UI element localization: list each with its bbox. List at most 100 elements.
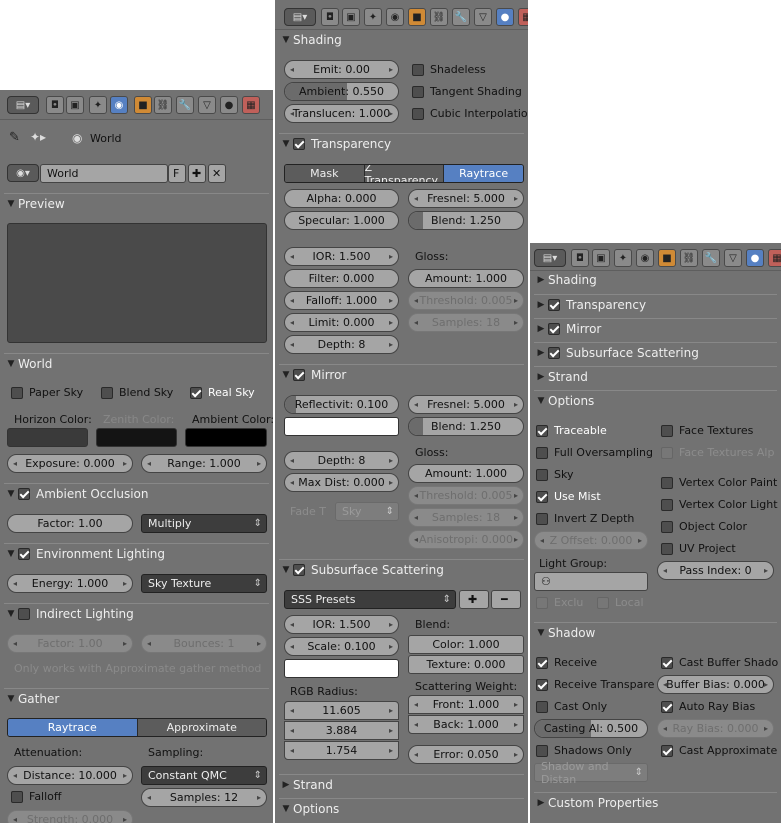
paper-sky-checkbox[interactable]: Paper Sky — [11, 386, 83, 399]
section-mirror-collapsed[interactable]: ▶ Mirror — [534, 318, 777, 338]
real-sky-checkbox[interactable]: Real Sky — [190, 386, 255, 399]
indirect-enable-checkbox[interactable] — [18, 607, 30, 620]
section-shading-collapsed[interactable]: ▶ Shading — [534, 270, 777, 290]
scene-tab-icon[interactable]: ✦ — [364, 8, 382, 26]
radius-r-field[interactable]: 11.605 — [284, 701, 399, 720]
section-mirror[interactable]: ▼ Mirror — [279, 364, 524, 384]
mirror-threshold-field[interactable]: Threshold: 0.005 — [408, 486, 524, 505]
transparency-enable-checkbox[interactable] — [548, 298, 560, 311]
fake-user-button[interactable]: F — [168, 164, 186, 183]
remove-preset-button[interactable]: ━ — [491, 590, 521, 609]
mirror-gloss-amount-slider[interactable]: Amount: 1.000 — [408, 464, 524, 483]
fresnel-field[interactable]: Fresnel: 5.000 — [408, 189, 524, 208]
ray-bias-field[interactable]: Ray Bias: 0.000 — [657, 719, 774, 738]
cast-only-checkbox[interactable]: Cast Only — [536, 700, 607, 713]
translucency-field[interactable]: Translucen: 1.000 — [284, 104, 399, 123]
sky-checkbox[interactable]: Sky — [536, 468, 573, 481]
exposure-field[interactable]: Exposure: 0.000 — [7, 454, 133, 473]
traceable-checkbox[interactable]: Traceable — [536, 424, 607, 437]
section-strand[interactable]: ▶ Strand — [279, 774, 524, 794]
sss-color-blend-slider[interactable]: Color: 1.000 — [408, 635, 524, 654]
indirect-factor-field[interactable]: Factor: 1.00 — [7, 634, 133, 653]
alpha-slider[interactable]: Alpha: 0.000 — [284, 189, 399, 208]
ambient-color-swatch[interactable] — [185, 428, 267, 447]
gather-method-toggle[interactable]: Raytrace Approximate — [7, 718, 267, 737]
section-options[interactable]: ▼ Options — [534, 390, 777, 410]
texture-tab-icon[interactable]: ▦ — [768, 249, 781, 267]
pass-index-field[interactable]: Pass Index: 0 — [657, 561, 774, 580]
mirror-samples-field[interactable]: Samples: 18 — [408, 508, 524, 527]
mirror-depth-field[interactable]: Depth: 8 — [284, 451, 399, 470]
cast-buffer-shadows-checkbox[interactable]: Cast Buffer Shado — [661, 656, 778, 669]
constraints-tab-icon[interactable]: ⛓ — [154, 96, 172, 114]
section-shading[interactable]: ▼ Shading — [279, 30, 524, 50]
ao-enable-checkbox[interactable] — [18, 487, 30, 500]
transparency-enable-checkbox[interactable] — [293, 137, 305, 150]
face-textures-alpha-checkbox[interactable]: Face Textures Alp — [661, 446, 774, 459]
section-ambient-occlusion[interactable]: ▼ Ambient Occlusion — [4, 483, 269, 503]
gloss-amount-slider[interactable]: Amount: 1.000 — [408, 269, 524, 288]
mirror-blend-slider[interactable]: Blend: 1.250 — [408, 417, 524, 436]
uv-project-checkbox[interactable]: UV Project — [661, 542, 736, 555]
face-textures-checkbox[interactable]: Face Textures — [661, 424, 753, 437]
limit-field[interactable]: Limit: 0.000 — [284, 313, 399, 332]
gloss-samples-field[interactable]: Samples: 18 — [408, 313, 524, 332]
env-color-select[interactable]: Sky Texture — [141, 574, 267, 593]
ao-factor-slider[interactable]: Factor: 1.00 — [7, 514, 133, 533]
render-tab-icon[interactable]: ◘ — [571, 249, 589, 267]
world-browse-button[interactable]: ◉▾ — [7, 164, 39, 182]
casting-alpha-slider[interactable]: Casting Al: 0.500 — [534, 719, 648, 738]
distance-field[interactable]: Distance: 10.000 — [7, 766, 133, 785]
constraints-tab-icon[interactable]: ⛓ — [430, 8, 448, 26]
full-oversampling-checkbox[interactable]: Full Oversampling — [536, 446, 653, 459]
vertex-color-paint-checkbox[interactable]: Vertex Color Paint — [661, 476, 777, 489]
section-indirect-lighting[interactable]: ▼ Indirect Lighting — [4, 603, 269, 623]
object-color-checkbox[interactable]: Object Color — [661, 520, 747, 533]
section-subsurface-scattering[interactable]: ▼ Subsurface Scattering — [279, 559, 524, 579]
tangent-shading-checkbox[interactable]: Tangent Shading — [412, 85, 522, 98]
texture-tab-icon[interactable]: ▦ — [242, 96, 260, 114]
section-options[interactable]: ▼ Options — [279, 798, 524, 818]
mirror-color-swatch[interactable] — [284, 417, 399, 436]
data-tab-icon[interactable]: ▽ — [474, 8, 492, 26]
exclusive-checkbox[interactable]: Exclu — [536, 596, 583, 609]
reflectivity-slider[interactable]: Reflectivit: 0.100 — [284, 395, 399, 414]
mirror-fresnel-field[interactable]: Fresnel: 5.000 — [408, 395, 524, 414]
section-sss-collapsed[interactable]: ▶ Subsurface Scattering — [534, 342, 777, 362]
gather-raytrace-button[interactable]: Raytrace — [8, 719, 138, 736]
indirect-bounces-field[interactable]: Bounces: 1 — [141, 634, 267, 653]
range-field[interactable]: Range: 1.000 — [141, 454, 267, 473]
cast-approximate-checkbox[interactable]: Cast Approximate — [661, 744, 777, 757]
sss-enable-checkbox[interactable] — [293, 563, 305, 576]
shadows-only-checkbox[interactable]: Shadows Only — [536, 744, 632, 757]
unlink-world-button[interactable]: ✕ — [208, 164, 226, 183]
section-shadow[interactable]: ▼ Shadow — [534, 622, 777, 642]
falloff-field[interactable]: Falloff: 1.000 — [284, 291, 399, 310]
z-offset-field[interactable]: Z Offset: 0.000 — [534, 531, 648, 550]
emit-field[interactable]: Emit: 0.00 — [284, 60, 399, 79]
z-transparency-button[interactable]: Z Transparency — [364, 165, 445, 182]
horizon-color-swatch[interactable] — [7, 428, 88, 447]
front-weight-field[interactable]: Front: 1.000 — [408, 695, 524, 714]
sss-scale-field[interactable]: Scale: 0.100 — [284, 637, 399, 656]
object-tab-icon[interactable]: ■ — [408, 8, 426, 26]
error-field[interactable]: Error: 0.050 — [408, 745, 524, 764]
shadow-only-type-select[interactable]: Shadow and Distan — [534, 760, 648, 786]
world-tab-icon[interactable]: ◉ — [386, 8, 404, 26]
section-transparency[interactable]: ▼ Transparency — [279, 133, 524, 153]
render-layers-tab-icon[interactable]: ▣ — [342, 8, 360, 26]
ao-blend-mode-select[interactable]: Multiply — [141, 514, 267, 533]
editor-type-menu[interactable]: ▤▾ — [284, 8, 316, 26]
data-tab-icon[interactable]: ▽ — [198, 96, 216, 114]
local-checkbox[interactable]: Local — [597, 596, 644, 609]
modifiers-tab-icon[interactable]: 🔧 — [176, 96, 194, 114]
zenith-color-swatch[interactable] — [96, 428, 177, 447]
pin-icon[interactable]: ✎ — [9, 130, 20, 145]
material-tab-icon[interactable]: ● — [746, 249, 764, 267]
shadeless-checkbox[interactable]: Shadeless — [412, 63, 486, 76]
depth-field[interactable]: Depth: 8 — [284, 335, 399, 354]
modifiers-tab-icon[interactable]: 🔧 — [452, 8, 470, 26]
scene-tab-icon[interactable]: ✦ — [89, 96, 107, 114]
editor-type-menu[interactable]: ▤▾ — [7, 96, 39, 114]
fade-to-select[interactable]: Sky — [335, 502, 399, 521]
